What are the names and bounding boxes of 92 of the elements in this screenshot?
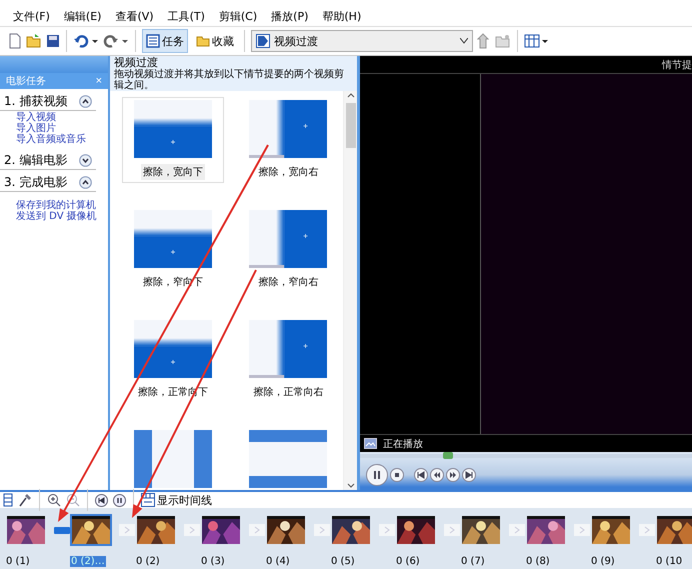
rewind-icon	[433, 471, 441, 479]
up-folder-icon[interactable]	[477, 33, 491, 49]
task-link[interactable]: 导入图片	[16, 123, 108, 134]
scroll-up-icon[interactable]	[346, 91, 354, 99]
section-header[interactable]: 2. 编辑电影	[0, 150, 96, 170]
new-file-icon[interactable]	[8, 33, 22, 49]
transition-label: 擦除，宽向右	[257, 166, 320, 180]
menu-item[interactable]: 剪辑(C)	[212, 8, 264, 24]
monitor-icon	[364, 438, 377, 449]
view-menu-icon[interactable]	[524, 34, 548, 48]
pause-button[interactable]	[366, 464, 388, 486]
forward-button[interactable]	[446, 468, 460, 482]
seek-thumb[interactable]	[443, 452, 453, 459]
task-link[interactable]: 导入音频或音乐	[16, 134, 108, 145]
caret-icon	[460, 38, 468, 44]
transition-label: 擦除，正常向右	[252, 386, 324, 400]
status-text: 正在播放	[383, 438, 423, 450]
favorites-button[interactable]: 收藏	[192, 29, 238, 53]
timeline-button[interactable]: 显示时间线	[141, 492, 212, 508]
clip-thumbnail[interactable]	[590, 514, 632, 546]
transition-item[interactable]: 擦除，窄向右	[238, 207, 339, 293]
transition-icon	[256, 34, 270, 48]
menu-item[interactable]: 帮助(H)	[315, 8, 368, 24]
collection-dropdown[interactable]: 视频过渡	[251, 30, 473, 52]
collapse-icon[interactable]	[79, 176, 92, 189]
clip-thumbnail[interactable]	[525, 514, 567, 546]
rewind-button[interactable]	[430, 468, 444, 482]
previous-icon	[417, 471, 425, 479]
zoom-in-icon[interactable]	[47, 493, 61, 507]
section-title: 3. 完成电影	[4, 174, 68, 191]
clip-thumbnail[interactable]	[330, 514, 372, 546]
stop-icon	[393, 471, 401, 479]
clip-label: 0 (6)	[395, 556, 421, 567]
clip-label: 0 (5)	[330, 556, 356, 567]
section-header[interactable]: 3. 完成电影	[0, 172, 96, 192]
transition-slot[interactable]	[54, 524, 70, 536]
clip-thumbnail[interactable]	[395, 514, 437, 546]
scrollbar-thumb[interactable]	[346, 103, 356, 148]
clip-label: 0 (8)	[525, 556, 551, 567]
redo-icon[interactable]	[103, 33, 129, 49]
transition-label: 擦除，窄向右	[257, 276, 320, 290]
menu-item[interactable]: 工具(T)	[160, 8, 212, 24]
transition-item[interactable]: 擦除，宽向右	[238, 97, 339, 183]
section-title: 2. 编辑电影	[4, 152, 68, 169]
forward-icon	[449, 471, 457, 479]
next-button[interactable]	[462, 468, 476, 482]
tasks-button[interactable]: 任务	[142, 29, 188, 53]
menu-item[interactable]: 文件(F)	[6, 8, 57, 24]
menu-item[interactable]: 查看(V)	[108, 8, 161, 24]
scroll-down-icon[interactable]	[346, 482, 354, 490]
clip-thumbnail[interactable]	[265, 514, 307, 546]
stop-button[interactable]	[390, 468, 404, 482]
clip-thumbnail[interactable]	[200, 514, 242, 546]
task-link[interactable]: 导入视频	[16, 112, 108, 123]
clip-label: 0 (10	[655, 556, 684, 567]
pane-title: 电影任务	[6, 74, 46, 88]
transition-item[interactable]: 擦除，宽向下	[122, 97, 224, 183]
rewind-icon[interactable]	[95, 494, 108, 506]
pause-icon[interactable]	[113, 494, 126, 506]
pane-title: 视频过渡	[114, 57, 158, 69]
section-title: 1. 捕获视频	[4, 93, 68, 110]
expand-icon[interactable]	[79, 154, 92, 167]
clip-thumbnail[interactable]	[70, 514, 112, 546]
next-icon	[465, 471, 473, 479]
clip-label: 0 (2)…	[70, 556, 106, 567]
clip-label: 0 (2)	[135, 556, 161, 567]
transition-label: 擦除，宽向下	[140, 164, 205, 180]
task-link[interactable]: 保存到我的计算机	[16, 200, 108, 211]
clip-thumbnail[interactable]	[5, 514, 47, 546]
transition-item[interactable]: 擦除，正常向右	[238, 317, 339, 403]
pause-icon	[373, 471, 381, 479]
folder-icon	[196, 35, 210, 47]
menu-item[interactable]: 编辑(E)	[56, 8, 108, 24]
previous-button[interactable]	[414, 468, 428, 482]
section-header[interactable]: 1. 捕获视频	[0, 91, 96, 111]
task-link[interactable]: 发送到 DV 摄像机	[16, 211, 108, 222]
menu-item[interactable]: 播放(P)	[264, 8, 316, 24]
clip-thumbnail[interactable]	[460, 514, 502, 546]
clip-label: 0 (3)	[200, 556, 226, 567]
clip-thumbnail[interactable]	[655, 514, 692, 546]
collapse-icon[interactable]	[79, 95, 92, 108]
list-icon	[146, 34, 160, 48]
clip-label: 0 (7)	[460, 556, 486, 567]
storyboard-icon[interactable]	[3, 493, 13, 507]
clip-label: 0 (9)	[590, 556, 616, 567]
clip-label: 0 (4)	[265, 556, 291, 567]
undo-icon[interactable]	[73, 33, 99, 49]
save-icon[interactable]	[46, 34, 60, 48]
clip-label: 0 (1)	[5, 556, 31, 567]
pane-description: 拖动视频过渡并将其放到以下情节提要的两个视频剪辑之间。	[114, 69, 345, 91]
storyboard-header: 情节提	[662, 58, 692, 72]
clip-thumbnail[interactable]	[135, 514, 177, 546]
